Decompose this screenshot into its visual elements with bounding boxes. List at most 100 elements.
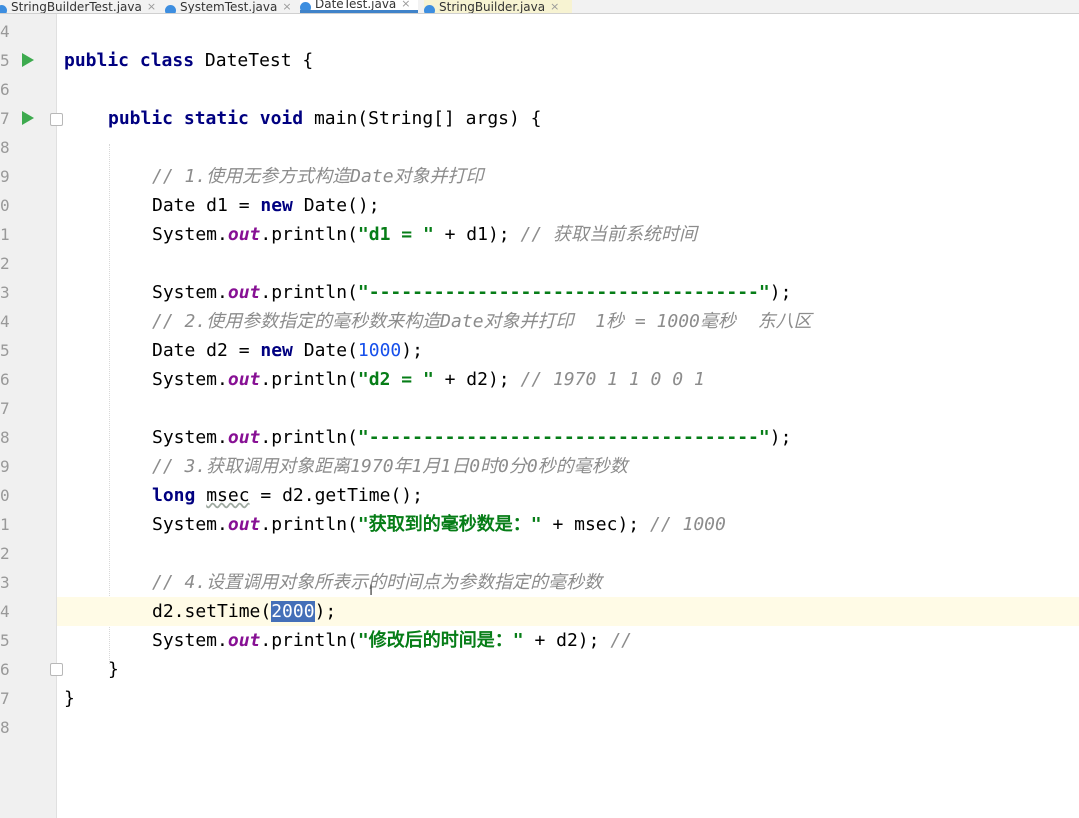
string-literal: "------------------------------------" [357,282,770,303]
tab-stringbuilder[interactable]: StringBuilder.java × [424,0,572,13]
code-line-current[interactable]: d2.setTime(2000); [57,597,1079,626]
java-class-icon [424,5,435,13]
comment: // 4.设置调用对象所表示的时间点为参数指定的毫秒数 [152,572,603,593]
code-line[interactable]: // 3.获取调用对象距离1970年1月1日0时0分0秒的毫秒数 [57,452,1079,481]
code-line[interactable]: System.out.println("--------------------… [57,278,1079,307]
editor-gutter: 4 5 6 7 8 9 0 1 2 3 4 5 6 7 8 9 0 1 2 3 … [0,14,81,818]
code-line[interactable]: // 2.使用参数指定的毫秒数来构造Date对象并打印 1秒 = 1000毫秒 … [57,307,1079,336]
close-icon[interactable]: × [282,1,291,13]
line-number: 8 [0,138,10,157]
static-field: out [227,224,261,245]
code-text: .println( [260,282,358,303]
java-class-icon [0,5,7,13]
code-editor[interactable]: public class DateTest { public static vo… [57,14,1079,818]
keyword: new [260,340,293,361]
keyword: void [259,108,304,129]
keyword: long [152,485,196,506]
code-line[interactable]: public class DateTest { [57,46,1079,75]
text-caret-icon: I [369,583,374,599]
string-literal: "d1 = " [357,224,434,245]
code-text: .println( [260,224,358,245]
line-number: 5 [0,51,10,70]
comment: // 1.使用无参方式构造Date对象并打印 [152,166,484,187]
line-number: 6 [0,80,10,99]
line-number: 1 [0,225,10,244]
code-text: ); [769,427,792,448]
java-class-icon [300,2,311,10]
line-number: 8 [0,428,10,447]
code-text: + d1); [433,224,521,245]
code-text: + d2); [523,630,611,651]
close-icon[interactable]: × [401,0,410,10]
code-line[interactable]: System.out.println("d1 = " + d1); // 获取当… [57,220,1079,249]
code-line[interactable]: System.out.println("d2 = " + d2); // 197… [57,365,1079,394]
comment: // 获取当前系统时间 [520,224,697,245]
line-number: 9 [0,167,10,186]
run-main-icon[interactable] [22,111,34,125]
keyword: public [64,50,130,71]
static-field: out [227,427,261,448]
code-line[interactable]: public static void main(String[] args) { [57,104,1079,133]
code-text: System. [152,427,228,448]
line-number: 0 [0,486,10,505]
code-line[interactable]: } [57,684,1079,713]
tab-label: StringBuilder.java [439,0,546,13]
code-line[interactable]: System.out.println("修改后的时间是：" + d2); // [57,626,1079,655]
line-number: 2 [0,254,10,273]
code-text: Date d1 = [152,195,261,216]
line-number: 2 [0,544,10,563]
code-text: main(String[] args) { [303,108,542,129]
close-icon[interactable]: × [550,1,559,13]
code-line[interactable]: // 4.设置调用对象所表示的时间点为参数指定的毫秒数 [57,568,1079,597]
code-text: .println( [260,630,358,651]
code-text: Date(); [292,195,380,216]
line-number: 3 [0,283,10,302]
code-text: d2.setTime( [152,601,272,622]
line-number: 5 [0,631,10,650]
static-field: out [227,630,261,651]
tab-label: StringBuilderTest.java [11,0,142,13]
tab-label: DateTest.java [315,0,397,11]
line-number: 1 [0,515,10,534]
keyword: new [260,195,293,216]
code-text: ); [314,601,337,622]
line-number: 7 [0,399,10,418]
code-text: = d2.getTime(); [249,485,423,506]
code-line[interactable]: long msec = d2.getTime(); [57,481,1079,510]
code-line[interactable]: System.out.println("--------------------… [57,423,1079,452]
code-line[interactable]: // 1.使用无参方式构造Date对象并打印 [57,162,1079,191]
line-number: 0 [0,196,10,215]
line-number: 5 [0,341,10,360]
line-number: 3 [0,573,10,592]
tab-systemtest[interactable]: SystemTest.java × [165,0,295,13]
code-line[interactable]: System.out.println("获取到的毫秒数是：" + msec); … [57,510,1079,539]
editor-tab-bar: StringBuilderTest.java × SystemTest.java… [0,0,1079,14]
string-literal: "d2 = " [357,369,434,390]
keyword: static [183,108,249,129]
comment: // 3.获取调用对象距离1970年1月1日0时0分0秒的毫秒数 [152,456,628,477]
code-text: System. [152,282,228,303]
line-number: 7 [0,109,10,128]
static-field: out [227,514,261,535]
code-text: System. [152,224,228,245]
code-line[interactable]: } [57,655,1079,684]
code-text: System. [152,514,228,535]
tab-datetest[interactable]: DateTest.java × [300,0,418,13]
tab-label: SystemTest.java [180,0,278,13]
code-text: ); [769,282,792,303]
comment: // [610,630,632,651]
line-number: 8 [0,718,10,737]
run-class-icon[interactable] [22,53,34,67]
keyword: public [108,108,174,129]
close-icon[interactable]: × [147,1,156,13]
code-line[interactable]: Date d1 = new Date(); [57,191,1079,220]
string-literal: "获取到的毫秒数是：" [357,514,542,535]
code-line[interactable]: Date d2 = new Date(1000); [57,336,1079,365]
variable-name: msec [206,485,250,506]
line-number: 6 [0,370,10,389]
tab-stringbuildertest[interactable]: StringBuilderTest.java × [0,0,158,13]
comment: // 1000 [649,514,726,535]
code-text: .println( [260,427,358,448]
selected-text[interactable]: 2000 [271,601,315,622]
